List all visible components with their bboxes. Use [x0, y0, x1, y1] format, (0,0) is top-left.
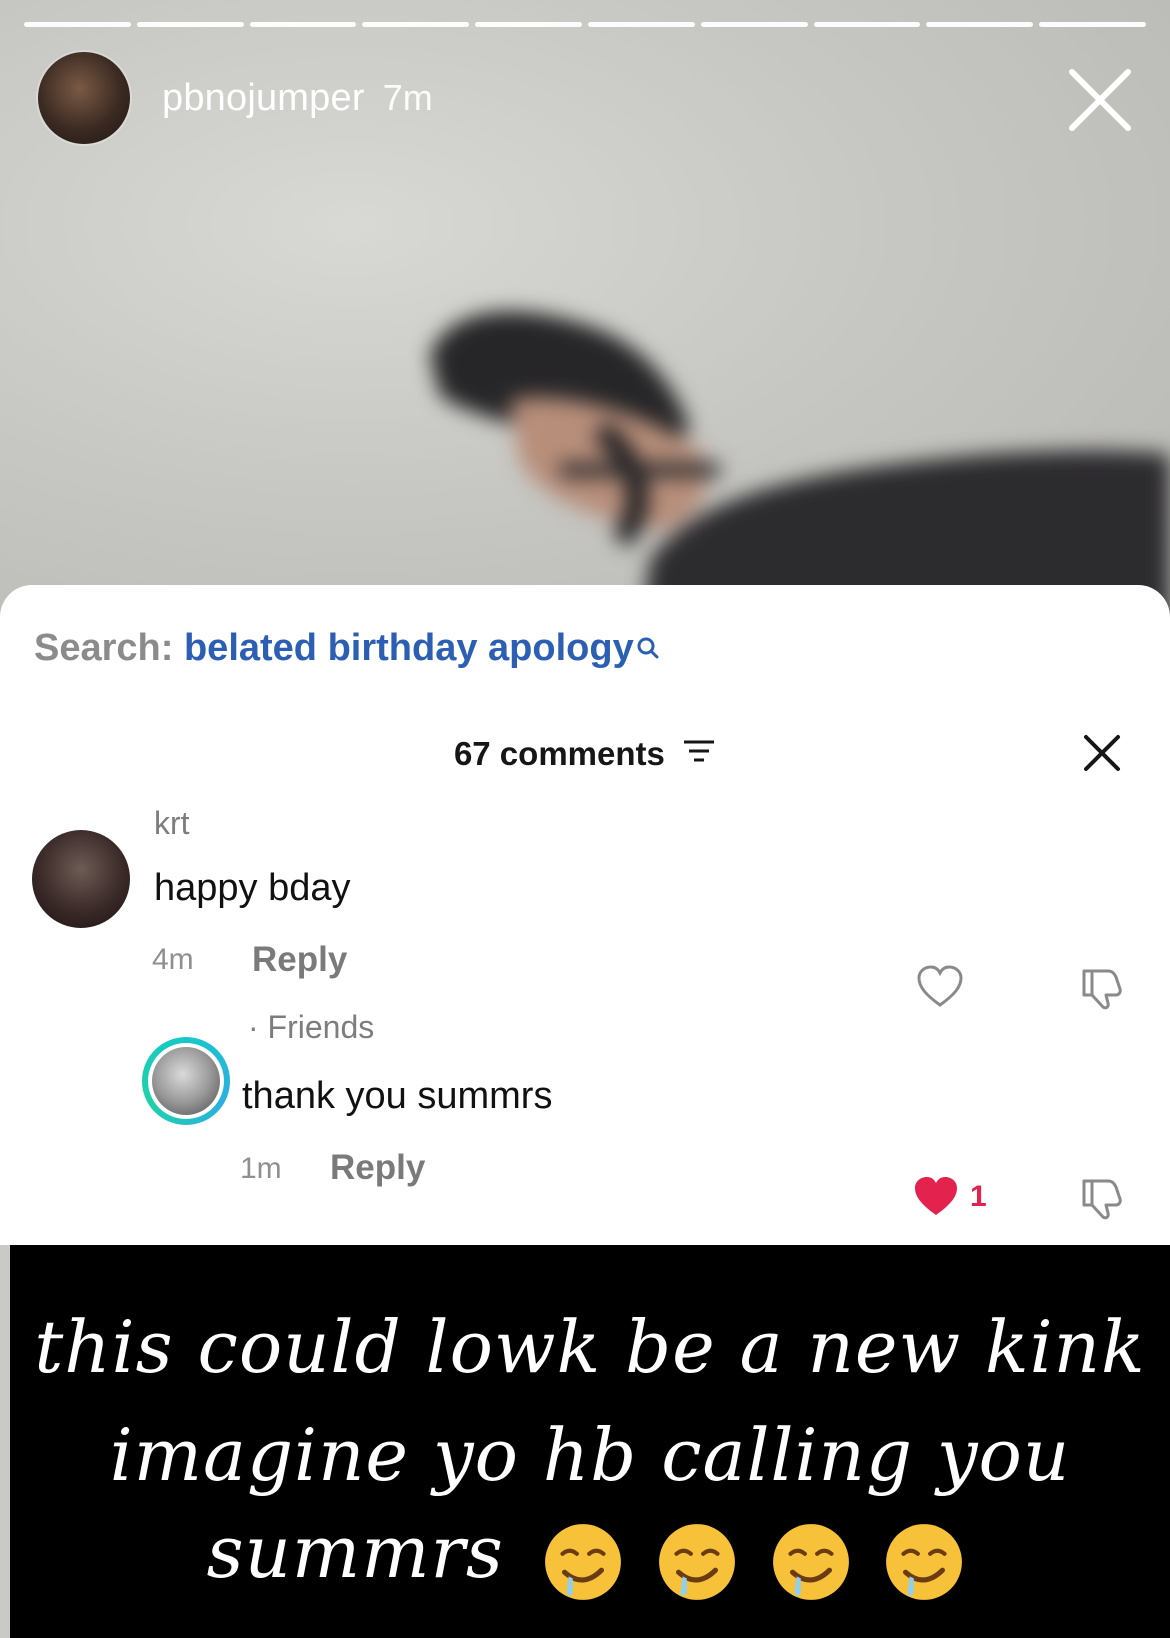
progress-segment: [24, 22, 131, 27]
reply-button[interactable]: Reply: [330, 1148, 425, 1188]
progress-segment: [813, 22, 921, 27]
search-prefix: Search:: [34, 627, 174, 669]
reply-avatar-photo: [152, 1047, 220, 1115]
story-avatar[interactable]: [38, 52, 130, 144]
comment-time: 4m: [152, 943, 194, 976]
progress-segment: [362, 22, 470, 27]
story-timestamp: 7m: [382, 77, 433, 118]
caption-line-2: imagine yo hb calling you: [109, 1413, 1071, 1497]
progress-segment: [136, 22, 244, 27]
progress-segment: [475, 22, 582, 27]
close-comments-icon[interactable]: [1082, 733, 1122, 773]
search-query-link[interactable]: belated birthday apology: [184, 627, 634, 669]
story-header: pbnojumper 7m: [38, 52, 433, 144]
search-suggestion[interactable]: Search: belated birthday apology: [34, 627, 660, 672]
progress-segment: [249, 22, 357, 27]
drooling-face-icon: [658, 1523, 735, 1600]
reply-text: thank you summrs: [242, 1075, 553, 1117]
filter-icon[interactable]: [682, 734, 716, 772]
close-icon[interactable]: [1060, 60, 1140, 140]
search-icon: [636, 629, 660, 672]
comment-username[interactable]: krt: [154, 805, 190, 842]
emoji-row: [542, 1514, 974, 1603]
drooling-face-icon: [544, 1523, 621, 1600]
heart-filled-icon[interactable]: [912, 1175, 960, 1224]
progress-segment: [587, 22, 695, 27]
caption-line-1: this could lowk be a new kink: [34, 1305, 1146, 1389]
comments-count: 67 comments: [453, 735, 665, 772]
story-username[interactable]: pbnojumper: [162, 77, 365, 120]
reply-button[interactable]: Reply: [252, 940, 347, 980]
dislike-icon[interactable]: [1078, 965, 1126, 1016]
reply-friends-label: · Friends: [248, 1009, 375, 1045]
like-count: 1: [970, 1180, 987, 1213]
reply-avatar[interactable]: [142, 1037, 230, 1125]
progress-segment: [700, 22, 808, 27]
progress-segment: [926, 22, 1034, 27]
reply-avatar-border: [148, 1043, 224, 1119]
drooling-face-icon: [886, 1523, 963, 1600]
story-caption: this could lowk be a new kink imagine yo…: [10, 1245, 1170, 1638]
heart-icon[interactable]: [916, 965, 964, 1014]
comment-text: happy bday: [154, 867, 351, 909]
caption-line-3-text: summrs: [206, 1510, 504, 1594]
story-progress-bar: [24, 22, 1146, 28]
progress-segment: [1039, 22, 1146, 27]
comment-avatar[interactable]: [32, 830, 130, 928]
drooling-face-icon: [772, 1523, 849, 1600]
reply-time: 1m: [240, 1152, 282, 1185]
dislike-icon[interactable]: [1078, 1175, 1126, 1226]
comments-card: Search: belated birthday apology 67 comm…: [0, 585, 1170, 1245]
caption-line-3: summrs: [10, 1510, 1170, 1603]
comments-header: 67 comments: [0, 735, 1170, 773]
